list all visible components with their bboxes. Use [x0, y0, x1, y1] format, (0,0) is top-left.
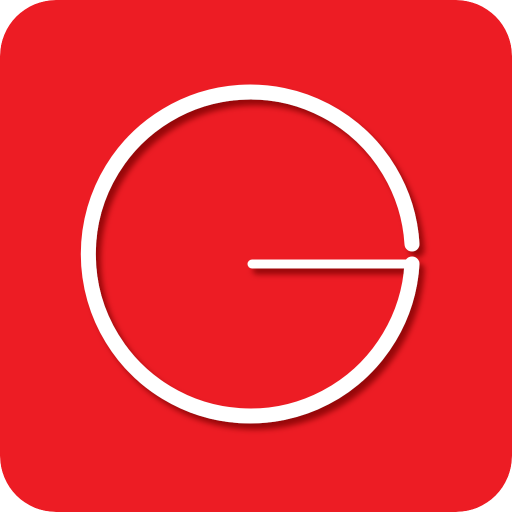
canvas [0, 0, 512, 512]
icon-background [0, 0, 512, 512]
clock-logo-icon [0, 0, 512, 512]
app-icon[interactable] [0, 0, 512, 512]
